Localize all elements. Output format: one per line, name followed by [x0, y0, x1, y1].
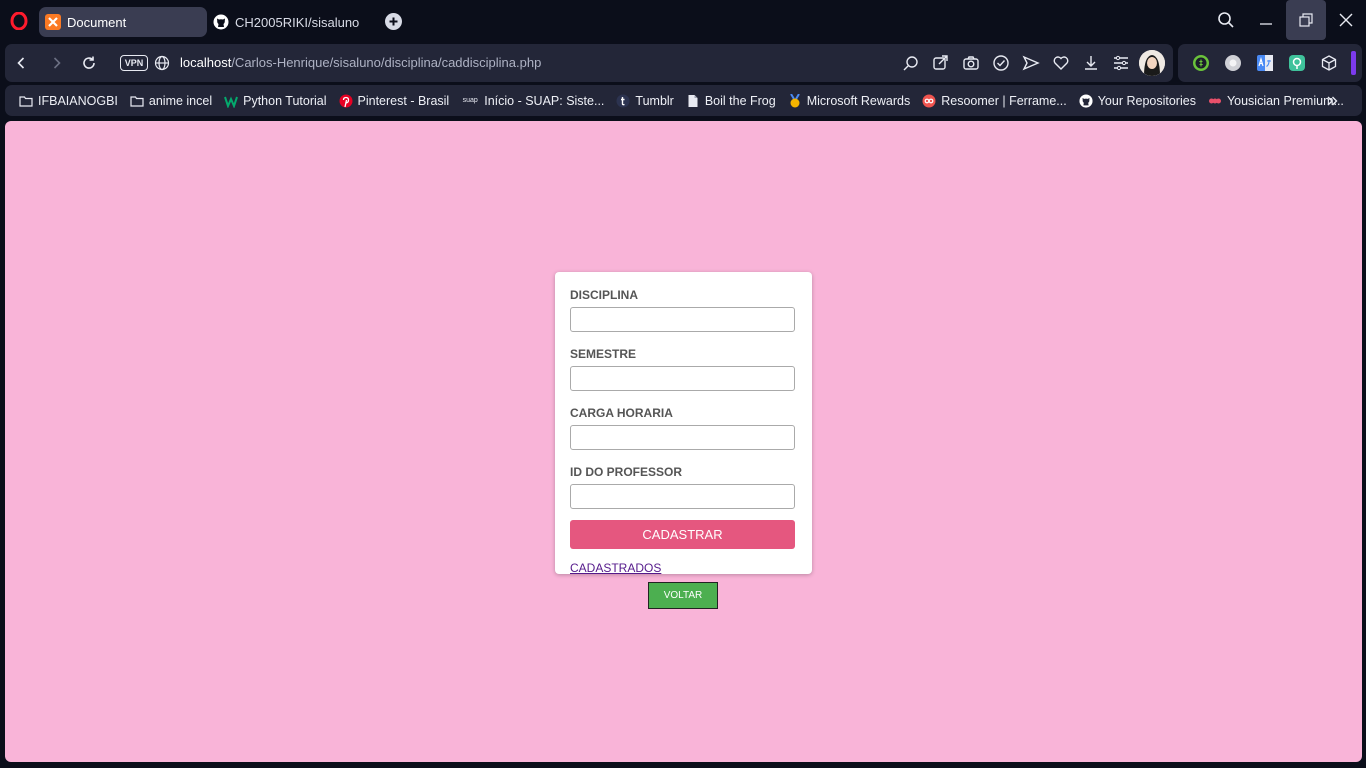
easy-setup-icon[interactable] [1111, 53, 1131, 73]
url-field[interactable]: localhost/Carlos-Henrique/sisaluno/disci… [180, 55, 541, 70]
bookmark-your-repositories[interactable]: Your Repositories [1079, 94, 1196, 108]
search-tabs-icon[interactable] [1206, 0, 1246, 40]
sidebar-indicator [1351, 51, 1356, 75]
bookmark-label: Microsoft Rewards [806, 93, 911, 108]
minimize-icon[interactable] [1246, 0, 1286, 40]
cadastrar-button[interactable]: CADASTRAR [570, 520, 795, 549]
github-icon [1079, 93, 1093, 108]
tumblr-icon [616, 94, 630, 108]
bookmark-label: anime incel [148, 93, 213, 108]
folder-icon [19, 94, 33, 108]
bookmark-suap[interactable]: suap Início - SUAP: Siste... [461, 93, 605, 108]
voltar-button[interactable]: VOLTAR [648, 582, 718, 609]
disciplina-input[interactable] [570, 307, 795, 332]
tab-title: CH2005RIKI/sisaluno [235, 14, 360, 30]
tab-document[interactable]: Document [39, 7, 207, 37]
id-professor-label: ID DO PROFESSOR [570, 465, 683, 479]
carga-horaria-label: CARGA HORARIA [570, 406, 673, 420]
heart-icon[interactable] [1051, 53, 1071, 73]
bookmark-label: Início - SUAP: Siste... [484, 93, 605, 108]
github-icon [213, 14, 229, 30]
tab-title: Document [67, 14, 127, 30]
suap-icon: suap [462, 97, 478, 104]
bookmark-label: Your Repositories [1097, 93, 1196, 108]
bookmarks-bar: IFBAIANOGBI anime incel Python Tutorial … [5, 85, 1362, 116]
bookmark-python-tutorial[interactable]: Python Tutorial [224, 93, 327, 108]
camera-icon[interactable] [961, 53, 981, 73]
bookmark-pinterest[interactable]: Pinterest - Brasil [339, 93, 450, 108]
download-icon[interactable] [1081, 53, 1101, 73]
page-icon [686, 94, 700, 108]
yousician-icon [1208, 94, 1222, 108]
tab-bar: Document CH2005RIKI/sisaluno [0, 0, 1366, 43]
shield-check-icon[interactable] [991, 53, 1011, 73]
opera-logo-icon[interactable] [10, 12, 28, 30]
resoomer-icon [922, 94, 936, 108]
bookmark-label: Tumblr [635, 93, 674, 108]
medal-icon [788, 93, 802, 108]
extensions-cube-icon[interactable] [1319, 53, 1339, 73]
xampp-icon [45, 14, 61, 30]
share-icon[interactable] [931, 53, 951, 73]
bookmark-ifbaianogbi[interactable]: IFBAIANOGBI [19, 94, 118, 108]
folder-icon [130, 94, 144, 108]
bookmark-tumblr[interactable]: Tumblr [616, 93, 674, 108]
bookmarks-overflow-icon[interactable] [1324, 93, 1340, 109]
bookmark-resoomer[interactable]: Resoomer | Ferrame... [922, 94, 1067, 108]
bookmark-boil-the-frog[interactable]: Boil the Frog [686, 94, 776, 108]
semestre-input[interactable] [570, 366, 795, 391]
forward-nav-icon[interactable] [47, 53, 67, 73]
window-controls [1206, 0, 1366, 43]
carga-horaria-input[interactable] [570, 425, 795, 450]
cadastrados-link[interactable]: CADASTRADOS [570, 561, 661, 575]
extensions-bar [1178, 44, 1362, 82]
globe-icon[interactable] [152, 53, 172, 73]
tab-github[interactable]: CH2005RIKI/sisaluno [208, 7, 378, 37]
id-professor-input[interactable] [570, 484, 795, 509]
address-bar: VPN localhost/Carlos-Henrique/sisaluno/d… [5, 44, 1173, 82]
bookmark-label: Pinterest - Brasil [357, 93, 450, 108]
bookmark-anime-incel[interactable]: anime incel [130, 94, 212, 108]
restore-window-icon[interactable] [1286, 0, 1326, 40]
profile-avatar[interactable] [1139, 50, 1165, 76]
close-window-icon[interactable] [1326, 0, 1366, 40]
bookmark-label: IFBAIANOGBI [38, 93, 118, 108]
reload-icon[interactable] [79, 53, 99, 73]
new-tab-plus-icon[interactable] [385, 13, 402, 30]
disciplina-label: DISCIPLINA [570, 288, 639, 302]
bookmark-label: Resoomer | Ferrame... [941, 93, 1067, 108]
w3schools-icon [224, 94, 239, 108]
semestre-label: SEMESTRE [570, 347, 637, 361]
money-extension-icon[interactable] [1191, 53, 1211, 73]
green-extension-icon[interactable] [1287, 53, 1307, 73]
back-nav-icon[interactable] [11, 53, 31, 73]
bookmark-label: Boil the Frog [704, 93, 776, 108]
lens-search-icon[interactable] [901, 53, 921, 73]
url-path: /Carlos-Henrique/sisaluno/disciplina/cad… [231, 55, 542, 70]
url-host: localhost [180, 55, 232, 70]
bookmark-label: Python Tutorial [243, 93, 327, 108]
discipline-form: DISCIPLINA SEMESTRE CARGA HORARIA ID DO … [555, 272, 812, 575]
grey-circle-extension-icon[interactable] [1223, 53, 1243, 73]
vpn-badge[interactable]: VPN [120, 55, 148, 71]
send-icon[interactable] [1021, 53, 1041, 73]
pinterest-icon [339, 94, 353, 108]
page-viewport: DISCIPLINA SEMESTRE CARGA HORARIA ID DO … [5, 121, 1362, 762]
translate-icon[interactable] [1255, 53, 1275, 73]
bookmark-microsoft-rewards[interactable]: Microsoft Rewards [788, 93, 911, 108]
address-actions [901, 53, 1131, 73]
